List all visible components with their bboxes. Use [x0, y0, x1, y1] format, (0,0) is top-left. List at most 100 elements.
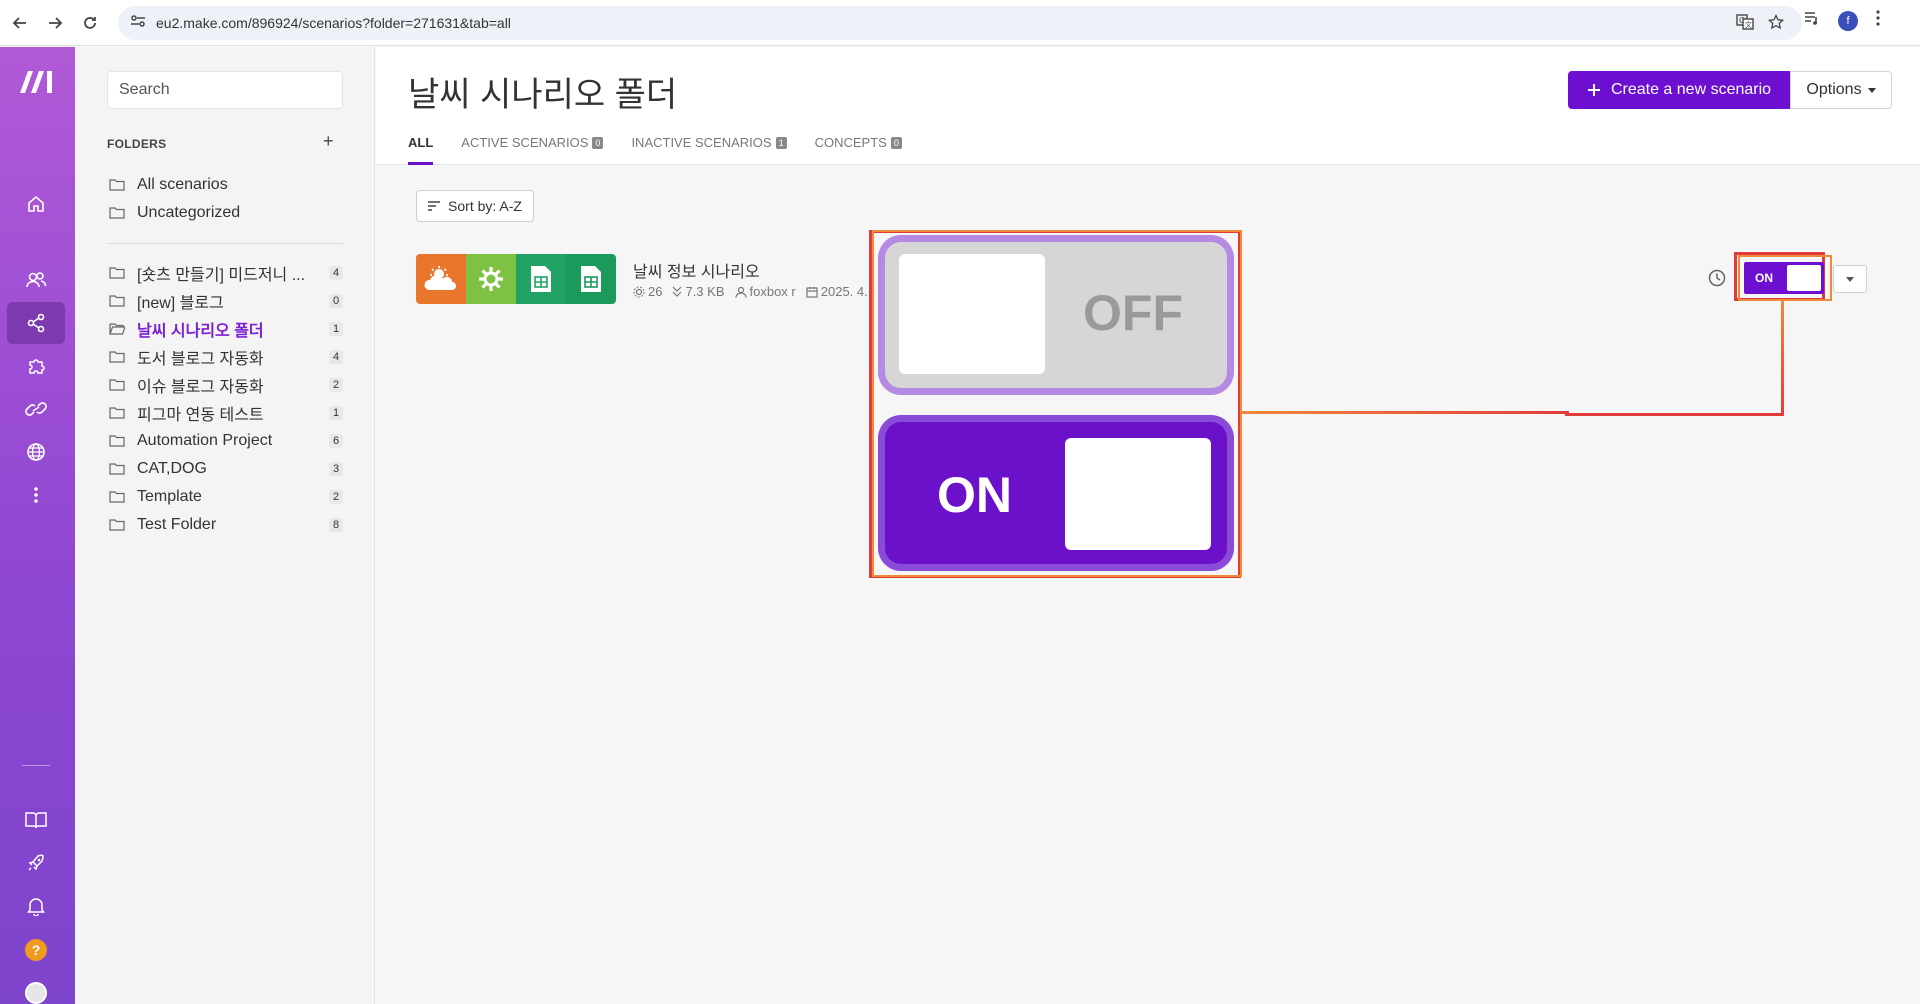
folder-count: 0	[329, 294, 343, 308]
tab-concepts[interactable]: CONCEPTS 0	[815, 135, 902, 165]
folder-item[interactable]: [new] 블로그 0	[107, 287, 343, 315]
help-icon[interactable]: ?	[7, 929, 65, 971]
callout-connector-line	[1241, 411, 1569, 414]
folder-count: 2	[329, 490, 343, 504]
folder-icon	[109, 435, 125, 447]
folder-count: 3	[329, 462, 343, 476]
scenarios-icon[interactable]	[7, 302, 65, 344]
transfer-icon	[673, 286, 682, 297]
folder-item[interactable]: Test Folder 8	[107, 511, 343, 539]
notifications-bell-icon[interactable]	[7, 885, 65, 927]
off-label: OFF	[1083, 285, 1183, 341]
folders-heading: FOLDERS	[107, 137, 167, 151]
media-controls-icon[interactable]	[1804, 11, 1820, 30]
browser-menu-icon[interactable]	[1876, 10, 1880, 31]
folder-item[interactable]: 피그마 연동 테스트 1	[107, 399, 343, 427]
scenarios-header: 날씨 시나리오 폴더 ALL ACTIVE SCENARIOS 0 INACTI…	[376, 47, 1920, 165]
create-scenario-button[interactable]: Create a new scenario	[1568, 71, 1790, 109]
operations-meta: 26	[633, 284, 662, 299]
toggle-knob	[1787, 265, 1821, 291]
caret-down-icon	[1846, 276, 1854, 282]
scenario-menu-button[interactable]	[1833, 265, 1867, 293]
folder-divider	[107, 243, 343, 244]
folder-item[interactable]: [숏츠 만들기] 미드저니 ... 4	[107, 259, 343, 287]
tab-count-badge: 0	[890, 137, 902, 149]
folder-item[interactable]: 도서 블로그 자동화 4	[107, 343, 343, 371]
weather-icon	[416, 254, 466, 304]
translate-icon[interactable]: G文	[1736, 14, 1754, 35]
folder-icon	[109, 519, 125, 531]
sheets-icon	[566, 254, 616, 304]
add-folder-button[interactable]: +	[323, 131, 334, 152]
on-label: ON	[937, 467, 1012, 523]
date-meta: 2025. 4.	[806, 284, 868, 299]
owner-meta: foxbox r	[734, 284, 796, 299]
folder-count: 6	[329, 434, 343, 448]
profile-avatar[interactable]: f	[1838, 10, 1858, 31]
data-size-meta: 7.3 KB	[672, 284, 725, 299]
rocket-icon[interactable]	[7, 842, 65, 884]
docs-book-icon[interactable]	[7, 799, 65, 841]
address-bar[interactable]: eu2.make.com/896924/scenarios?folder=271…	[118, 6, 1802, 40]
folder-count: 8	[329, 518, 343, 532]
folder-item-uncategorized[interactable]: Uncategorized	[107, 199, 343, 227]
toggle-on-illustration: ON	[885, 422, 1227, 564]
more-vertical-icon[interactable]	[7, 474, 65, 516]
forward-icon[interactable]	[37, 5, 73, 41]
folder-item[interactable]: 이슈 블로그 자동화 2	[107, 371, 343, 399]
make-logo[interactable]	[18, 69, 56, 100]
scenario-tabs: ALL ACTIVE SCENARIOS 0 INACTIVE SCENARIO…	[408, 135, 930, 165]
user-avatar-icon[interactable]	[7, 972, 65, 1004]
scenario-meta: 26 7.3 KB foxbox r 2025. 4.	[633, 284, 868, 299]
folder-count: 4	[329, 350, 343, 364]
folder-item[interactable]: CAT,DOG 3	[107, 455, 343, 483]
folder-list-top: All scenarios Uncategorized	[107, 171, 343, 227]
apps-puzzle-icon[interactable]	[7, 345, 65, 387]
reload-icon[interactable]	[72, 5, 108, 41]
schedule-clock-icon[interactable]	[1708, 269, 1726, 292]
calendar-icon	[806, 286, 818, 298]
tab-active-scenarios[interactable]: ACTIVE SCENARIOS 0	[461, 135, 604, 165]
callout-connector-line	[1781, 301, 1784, 416]
folder-search-input[interactable]	[107, 71, 343, 109]
callout-connector-line	[1565, 413, 1784, 416]
folder-icon	[109, 267, 125, 279]
open-folder-icon	[109, 323, 125, 335]
rail-divider	[22, 765, 50, 766]
folder-item-all-scenarios[interactable]: All scenarios	[107, 171, 343, 199]
scenario-toggle[interactable]: ON	[1744, 262, 1824, 294]
team-icon[interactable]	[7, 259, 65, 301]
folder-icon	[109, 295, 125, 307]
folder-item[interactable]: Template 2	[107, 483, 343, 511]
folder-icon	[109, 207, 125, 219]
options-button[interactable]: Options	[1790, 71, 1892, 109]
bookmark-star-icon[interactable]	[1767, 13, 1785, 35]
folder-icon	[109, 463, 125, 475]
tab-count-badge: 0	[592, 137, 604, 149]
tab-all[interactable]: ALL	[408, 135, 434, 165]
folder-item-active[interactable]: 날씨 시나리오 폴더 1	[107, 315, 343, 343]
sort-button[interactable]: Sort by: A-Z	[416, 190, 534, 222]
tab-inactive-scenarios[interactable]: INACTIVE SCENARIOS 1	[631, 135, 787, 165]
toggle-knob	[899, 254, 1045, 374]
user-icon	[734, 286, 747, 298]
folder-icon	[109, 179, 125, 191]
site-settings-icon[interactable]	[130, 14, 146, 33]
folder-icon	[109, 407, 125, 419]
folder-count: 4	[329, 266, 343, 280]
app-rail: ?	[0, 47, 75, 1004]
sort-icon	[428, 201, 441, 211]
toggle-knob	[1065, 438, 1211, 550]
folder-count: 2	[329, 378, 343, 392]
back-icon[interactable]	[2, 5, 38, 41]
connections-link-icon[interactable]	[7, 388, 65, 430]
plus-icon	[1587, 84, 1600, 96]
globe-icon[interactable]	[7, 431, 65, 473]
scenario-name[interactable]: 날씨 정보 시나리오	[633, 258, 760, 282]
cog-small-icon	[633, 286, 645, 297]
browser-toolbar: eu2.make.com/896924/scenarios?folder=271…	[0, 0, 1920, 46]
folder-item[interactable]: Automation Project 6	[107, 427, 343, 455]
home-icon[interactable]	[7, 183, 65, 225]
folder-icon	[109, 491, 125, 503]
scenario-modules	[416, 254, 616, 304]
